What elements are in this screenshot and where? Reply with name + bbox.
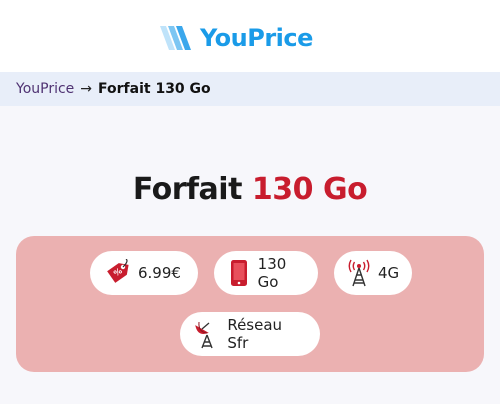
data-chip: 130 Go bbox=[214, 251, 318, 295]
page-title: Forfait 130 Go bbox=[0, 172, 500, 207]
price-label: 6.99€ bbox=[138, 264, 181, 282]
breadcrumb-separator: → bbox=[80, 81, 93, 97]
breadcrumb-home-link[interactable]: YouPrice bbox=[16, 81, 74, 97]
youprice-logo[interactable]: YouPrice bbox=[160, 18, 313, 58]
data-label: 130 Go bbox=[257, 255, 287, 291]
breadcrumb: YouPrice → Forfait 130 Go bbox=[0, 72, 500, 106]
antenna-tower-icon bbox=[346, 258, 372, 288]
satellite-dish-icon bbox=[192, 319, 221, 349]
price-tag-icon: % bbox=[102, 258, 132, 288]
price-chip: % 6.99€ bbox=[90, 251, 198, 295]
smartphone-icon bbox=[226, 258, 252, 288]
page-title-accent: 130 Go bbox=[251, 172, 368, 207]
network-chip: 4G bbox=[334, 251, 412, 295]
page-title-prefix: Forfait bbox=[132, 172, 243, 207]
breadcrumb-current: Forfait 130 Go bbox=[98, 81, 211, 97]
features-panel: % 6.99€ 130 Go 4G Réseau Sfr bbox=[16, 236, 484, 372]
logo-mark-icon bbox=[160, 26, 191, 50]
logo-text: YouPrice bbox=[200, 24, 313, 52]
network-label: 4G bbox=[378, 264, 400, 282]
carrier-label: Réseau Sfr bbox=[227, 316, 283, 352]
carrier-chip: Réseau Sfr bbox=[180, 312, 320, 356]
site-header: YouPrice bbox=[0, 0, 500, 72]
